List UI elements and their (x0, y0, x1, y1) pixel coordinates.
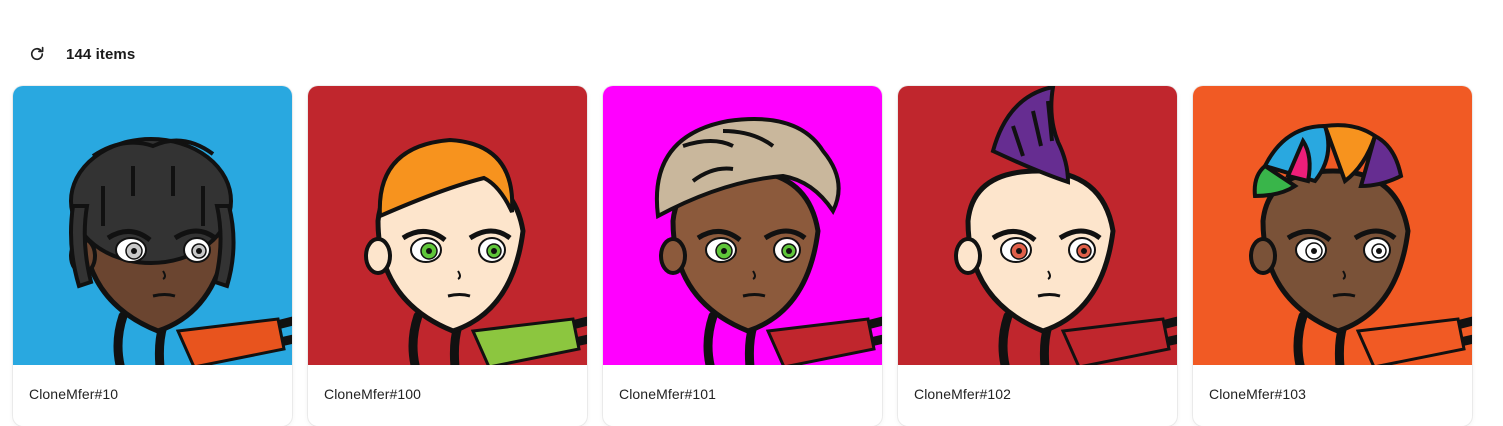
nft-name: CloneMfer#10 (29, 386, 119, 402)
nft-name: CloneMfer#100 (324, 386, 422, 402)
nft-artwork (1193, 86, 1472, 365)
nft-image[interactable] (13, 86, 292, 365)
nft-name: CloneMfer#103 (1209, 386, 1307, 402)
nft-artwork (308, 86, 587, 365)
nft-name: CloneMfer#102 (914, 386, 1012, 402)
toolbar: 144 items (26, 42, 135, 66)
nft-artwork (13, 86, 292, 365)
refresh-icon[interactable] (26, 43, 48, 65)
nft-image[interactable] (1193, 86, 1472, 365)
nft-image[interactable] (308, 86, 587, 365)
nft-card[interactable]: CloneMfer#102 (898, 86, 1177, 426)
nft-image[interactable] (898, 86, 1177, 365)
item-count: 144 items (66, 45, 136, 63)
nft-image[interactable] (603, 86, 882, 365)
nft-card[interactable]: CloneMfer#10 (13, 86, 292, 426)
nft-name: CloneMfer#101 (619, 386, 717, 402)
nft-card[interactable]: CloneMfer#100 (308, 86, 587, 426)
nft-artwork (603, 86, 882, 365)
nft-card[interactable]: CloneMfer#103 (1193, 86, 1472, 426)
nft-grid: CloneMfer#10 CloneMfer#100 CloneMfer#101… (13, 86, 1472, 426)
nft-card[interactable]: CloneMfer#101 (603, 86, 882, 426)
nft-artwork (898, 86, 1177, 365)
